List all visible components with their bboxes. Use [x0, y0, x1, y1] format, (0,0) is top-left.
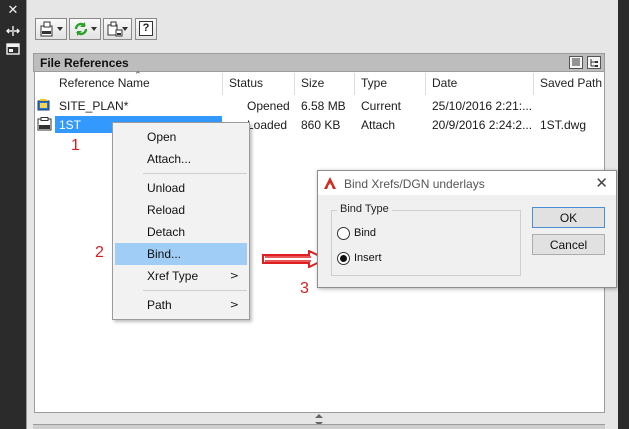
column-divider[interactable]	[425, 73, 426, 95]
menu-item-label: Reload	[147, 203, 186, 217]
context-menu: Open Attach... Unload Reload Detach Bind…	[112, 122, 250, 320]
current-drawing-icon	[37, 99, 50, 111]
chevron-down-icon[interactable]	[57, 27, 63, 31]
panel-title: File References	[40, 56, 129, 70]
column-reference-name[interactable]: Reference Name	[59, 76, 150, 90]
radio-selected-dot	[340, 255, 347, 262]
palette-title-strip: ✕	[0, 0, 26, 429]
menu-item-label: Unload	[147, 181, 186, 195]
ok-button[interactable]: OK	[532, 207, 605, 228]
column-divider[interactable]	[354, 73, 355, 95]
details-panel-header	[33, 424, 605, 429]
column-status[interactable]: Status	[229, 76, 263, 90]
auto-hide-icon[interactable]	[6, 24, 20, 38]
row-date: 20/9/2016 2:24:2...	[432, 118, 533, 132]
file-references-header: File References	[33, 53, 605, 72]
menu-item-path[interactable]: Path >	[115, 294, 247, 316]
help-icon: ?	[139, 21, 153, 36]
annotation-step-2: 2	[95, 244, 104, 261]
menu-separator	[143, 173, 247, 174]
chevron-right-icon: >	[229, 269, 239, 282]
menu-separator	[143, 290, 247, 291]
row-type: Attach	[361, 118, 396, 132]
column-divider[interactable]	[533, 73, 534, 95]
bind-type-group	[331, 210, 521, 276]
properties-icon[interactable]	[6, 42, 20, 56]
attach-dwg-button[interactable]	[35, 18, 67, 40]
row-type: Current	[361, 99, 402, 113]
row-size: 6.58 MB	[301, 99, 346, 113]
row-status: Loaded	[247, 118, 288, 132]
refresh-icon	[74, 22, 88, 36]
radio-insert[interactable]	[337, 252, 350, 265]
chevron-down-icon[interactable]	[91, 27, 97, 31]
menu-item-xref-type[interactable]: Xref Type >	[115, 265, 247, 287]
column-type[interactable]: Type	[361, 76, 387, 90]
column-divider[interactable]	[294, 73, 295, 95]
column-divider[interactable]	[222, 73, 223, 95]
right-edge-strip	[618, 0, 629, 429]
xref-manager-window: ✕ ? File References ⌃ Reference Name Sta…	[0, 0, 629, 429]
change-path-button[interactable]	[103, 18, 132, 40]
annotation-step-1: 1	[71, 137, 80, 154]
autocad-logo-icon	[324, 177, 336, 189]
menu-item-attach[interactable]: Attach...	[115, 148, 247, 170]
column-size[interactable]: Size	[301, 76, 324, 90]
dialog-titlebar[interactable]: Bind Xrefs/DGN underlays ✕	[318, 171, 616, 195]
menu-item-bind[interactable]: Bind...	[115, 243, 247, 265]
chevron-down-icon[interactable]	[122, 27, 128, 31]
list-view-icon[interactable]	[569, 56, 583, 69]
change-path-icon	[107, 21, 123, 37]
menu-item-detach[interactable]: Detach	[115, 221, 247, 243]
bind-xrefs-dialog: Bind Xrefs/DGN underlays ✕ Bind Type Bin…	[317, 170, 617, 288]
menu-item-unload[interactable]: Unload	[115, 177, 247, 199]
row-reference-name[interactable]: SITE_PLAN*	[59, 99, 128, 113]
cancel-button[interactable]: Cancel	[532, 234, 605, 255]
bind-type-label: Bind Type	[337, 203, 392, 215]
menu-item-label: Detach	[147, 225, 186, 239]
ok-button-label: OK	[559, 211, 578, 225]
dwg-file-icon	[37, 117, 52, 131]
close-icon[interactable]: ✕	[6, 4, 20, 18]
dialog-title: Bind Xrefs/DGN underlays	[344, 177, 485, 191]
menu-item-label: Path	[147, 298, 172, 312]
close-icon[interactable]: ✕	[595, 174, 608, 192]
radio-bind-label[interactable]: Bind	[354, 227, 376, 239]
menu-item-label: Xref Type	[147, 269, 199, 283]
column-saved-path[interactable]: Saved Path	[540, 76, 602, 90]
help-button[interactable]: ?	[135, 18, 157, 40]
annotation-step-3: 3	[300, 280, 309, 297]
refresh-button[interactable]	[69, 18, 101, 40]
row-status: Opened	[247, 99, 290, 113]
menu-item-label: Bind...	[147, 247, 182, 261]
menu-item-label: Attach...	[147, 152, 192, 166]
row-date: 25/10/2016 2:21:...	[432, 99, 533, 113]
row-saved-path: 1ST.dwg	[540, 118, 587, 132]
chevron-right-icon: >	[229, 298, 239, 311]
menu-item-open[interactable]: Open	[115, 126, 247, 148]
radio-bind[interactable]	[337, 227, 350, 240]
tree-view-icon[interactable]	[587, 56, 601, 69]
row-reference-name[interactable]: 1ST	[59, 118, 81, 132]
cancel-button-label: Cancel	[549, 238, 588, 252]
attach-dwg-icon	[40, 21, 53, 37]
menu-item-label: Open	[147, 130, 177, 144]
row-size: 860 KB	[301, 118, 341, 132]
menu-item-reload[interactable]: Reload	[115, 199, 247, 221]
column-date[interactable]: Date	[432, 76, 457, 90]
radio-insert-label[interactable]: Insert	[354, 252, 382, 264]
